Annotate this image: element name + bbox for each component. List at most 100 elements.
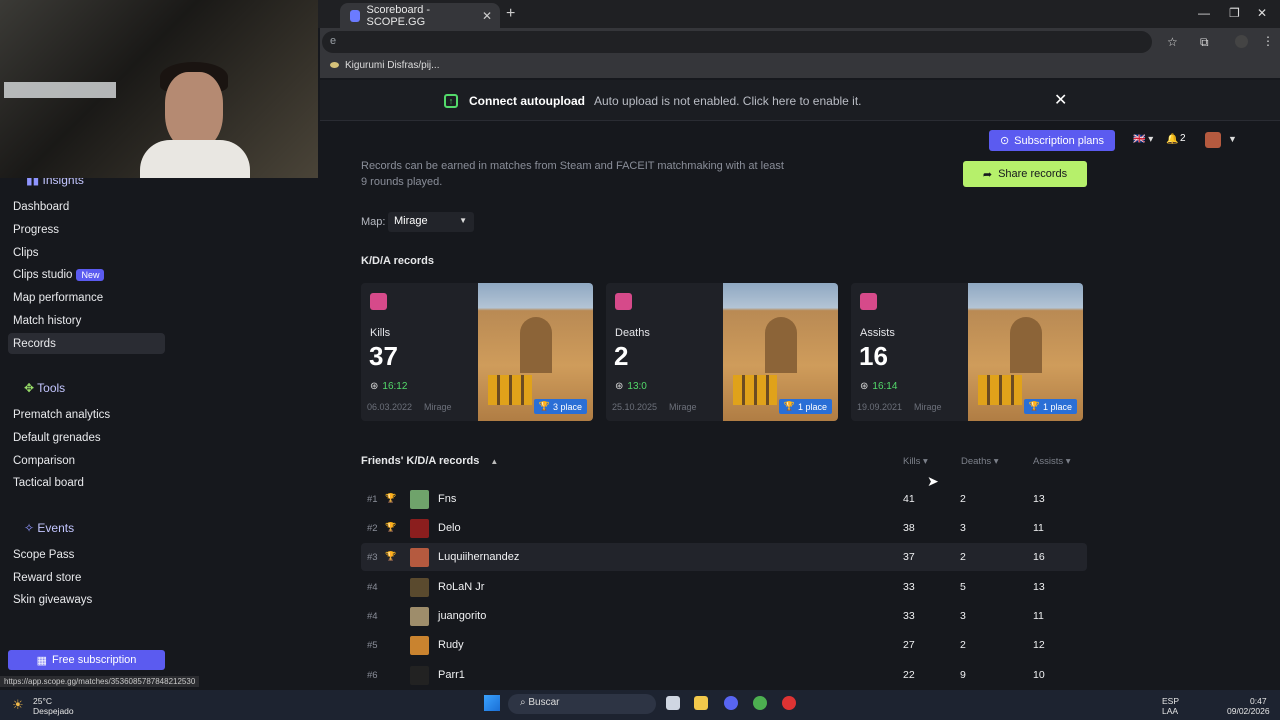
deaths-skull-icon xyxy=(615,293,632,310)
notification-count: 2 xyxy=(1180,133,1186,144)
webcam-face-shape xyxy=(165,72,223,150)
sidebar-item-clips[interactable]: Clips xyxy=(13,247,39,265)
extensions-icon[interactable]: ⧉ xyxy=(1200,35,1209,50)
window-close-icon[interactable]: ✕ xyxy=(1257,6,1267,20)
sidebar-item-clips-studio[interactable]: Clips studio New xyxy=(13,269,105,287)
table-row[interactable]: #2 🏆 Delo 38 3 11 xyxy=(361,514,1087,542)
sidebar-item-match-history[interactable]: Match history xyxy=(13,315,81,333)
taskview-icon[interactable] xyxy=(666,696,680,710)
taskbar-search[interactable]: ⌕ Buscar xyxy=(508,694,656,714)
deaths-record-card[interactable]: Deaths 2 ⊛ 13:0 25.10.2025 Mirage 🏆 1 plac… xyxy=(606,283,838,421)
webcam-overlay xyxy=(0,0,318,178)
sidebar-item-comparison[interactable]: Comparison xyxy=(13,455,75,473)
windows-start-icon[interactable] xyxy=(484,695,500,711)
webcam-shirt-shape xyxy=(140,140,250,178)
discord-icon[interactable] xyxy=(724,696,738,710)
sidebar-item-reward-store[interactable]: Reward store xyxy=(13,572,81,590)
banner-close-icon[interactable]: ✕ xyxy=(1054,90,1067,110)
app-icon[interactable] xyxy=(782,696,796,710)
webcam-window-shape xyxy=(4,82,116,98)
card-map: Mirage xyxy=(914,402,942,412)
browser-tab[interactable]: Scoreboard - SCOPE.GG ✕ xyxy=(340,3,500,28)
new-tab-icon[interactable]: + xyxy=(506,5,515,23)
bookmark-item[interactable]: Kigurumi Disfras/pij... xyxy=(345,60,439,71)
tab-close-icon[interactable]: ✕ xyxy=(482,9,492,23)
kills-value: 37 xyxy=(903,551,915,563)
browser-menu-icon[interactable]: ⋮ xyxy=(1262,34,1274,48)
file-explorer-icon[interactable] xyxy=(694,696,708,710)
friend-name: Fns xyxy=(438,493,457,505)
score-text: 13:0 xyxy=(627,381,647,392)
table-row[interactable]: #1 🏆 Fns 41 2 13 xyxy=(361,485,1087,513)
share-label: Share records xyxy=(998,168,1068,180)
table-row[interactable]: #3 🏆 Luquiihernandez 37 2 16 xyxy=(361,543,1087,571)
sidebar-item-prematch-analytics[interactable]: Prematch analytics xyxy=(13,409,110,427)
avatar xyxy=(410,636,429,655)
assists-value: 13 xyxy=(1033,493,1045,505)
banner-title: Connect autoupload xyxy=(469,94,585,108)
deaths-value: 5 xyxy=(960,581,966,593)
kills-value: 38 xyxy=(903,522,915,534)
sidebar-item-scope-pass[interactable]: Scope Pass xyxy=(13,549,74,567)
table-row[interactable]: #5 Rudy 27 2 12 xyxy=(361,631,1087,659)
url-field[interactable]: e xyxy=(322,31,1152,53)
maximize-icon[interactable]: ❐ xyxy=(1229,6,1240,20)
score-text: 16:12 xyxy=(382,381,408,392)
banner-enable-link[interactable]: Auto upload is not enabled. Click here t… xyxy=(594,94,862,108)
kills-value: 27 xyxy=(903,639,915,651)
share-records-button[interactable]: ➦ Share records xyxy=(963,161,1087,187)
column-assists[interactable]: Assists ▾ xyxy=(1033,456,1071,467)
card-map: Mirage xyxy=(424,402,452,412)
kills-record-card[interactable]: Kills 37 ⊛ 16:12 06.03.2022 Mirage 🏆 3 pla… xyxy=(361,283,593,421)
tools-icon: ✥ xyxy=(24,381,38,395)
tools-section-title: ✥ Tools xyxy=(24,381,65,395)
map-pots-shape xyxy=(978,375,1022,405)
chevron-down-icon[interactable]: ▼ xyxy=(1228,134,1237,144)
sidebar-item-dashboard[interactable]: Dashboard xyxy=(13,201,69,219)
column-deaths[interactable]: Deaths ▾ xyxy=(961,456,999,467)
avatar xyxy=(410,548,429,567)
sidebar-item-tactical-board[interactable]: Tactical board xyxy=(13,477,84,495)
table-row[interactable]: #6 Parr1 22 9 10 xyxy=(361,661,1087,689)
free-subscription-button[interactable]: ▦ Free subscription xyxy=(8,650,165,670)
sidebar-item-map-performance[interactable]: Map performance xyxy=(13,292,103,310)
card-label: Deaths xyxy=(615,327,650,339)
clock-time: 0:47 xyxy=(1250,696,1267,706)
profile-icon[interactable] xyxy=(1235,35,1248,48)
gold-trophy-icon: 🏆 xyxy=(385,493,397,503)
friend-name: Rudy xyxy=(438,639,464,651)
tab-title: Scoreboard - SCOPE.GG xyxy=(366,3,431,28)
map-select[interactable]: Mirage ▼ xyxy=(388,212,474,232)
kills-value: 33 xyxy=(903,610,915,622)
sidebar-item-skin-giveaways[interactable]: Skin giveaways xyxy=(13,594,92,612)
language-selector[interactable]: 🇬🇧 ▾ xyxy=(1133,134,1153,145)
minimize-icon[interactable]: — xyxy=(1198,6,1210,20)
column-kills[interactable]: Kills ▾ xyxy=(903,456,928,467)
table-row[interactable]: #4 RoLaN Jr 33 5 13 xyxy=(361,573,1087,601)
sidebar-item-default-grenades[interactable]: Default grenades xyxy=(13,432,101,450)
trophy-icon: 🏆 xyxy=(538,401,550,411)
chrome-icon[interactable] xyxy=(753,696,767,710)
friends-title-text: Friends' K/D/A records xyxy=(361,455,480,467)
user-avatar[interactable] xyxy=(1205,132,1221,148)
rank: #1 xyxy=(367,494,378,505)
sidebar-item-records[interactable]: Records xyxy=(13,338,56,356)
avatar xyxy=(410,490,429,509)
map-pots-shape xyxy=(488,375,532,405)
assists-value: 12 xyxy=(1033,639,1045,651)
grid-icon: ▦ xyxy=(36,654,48,667)
place-badge: 🏆 1 place xyxy=(1023,399,1077,414)
mouse-cursor-icon: ➤ xyxy=(927,473,939,489)
map-door-shape xyxy=(520,317,552,373)
assists-value: 11 xyxy=(1033,610,1044,622)
kills-value: 33 xyxy=(903,581,915,593)
notification-bell-icon[interactable]: 🔔 xyxy=(1166,134,1178,145)
column-deaths-label: Deaths xyxy=(961,456,992,467)
weather-icon: ☀ xyxy=(12,697,24,712)
sidebar-item-progress[interactable]: Progress xyxy=(13,224,59,242)
friends-kda-title[interactable]: Friends' K/D/A records ▲ xyxy=(361,455,498,467)
assists-record-card[interactable]: Assists 16 ⊛ 16:14 19.09.2021 Mirage 🏆 1 p… xyxy=(851,283,1083,421)
subscription-plans-button[interactable]: ⊙ Subscription plans xyxy=(989,130,1115,151)
bookmark-star-icon[interactable]: ☆ xyxy=(1167,35,1178,49)
table-row[interactable]: #4 juangorito 33 3 11 xyxy=(361,602,1087,630)
